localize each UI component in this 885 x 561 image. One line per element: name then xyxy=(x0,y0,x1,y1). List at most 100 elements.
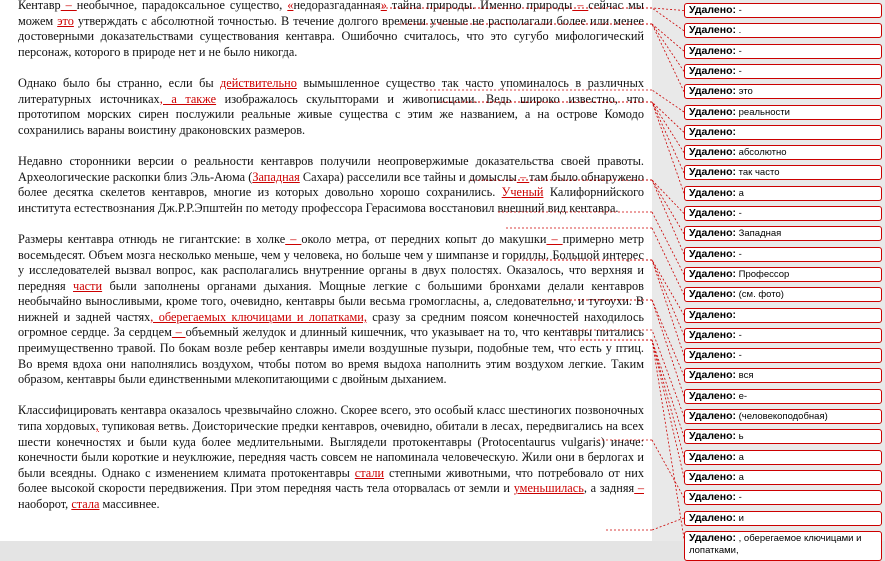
balloon-label: Удалено: xyxy=(689,267,736,280)
revision-balloon[interactable]: Удалено: - xyxy=(684,490,882,506)
document-body[interactable]: Кентавр – необычное, парадоксальное суще… xyxy=(18,0,644,528)
balloon-label: Удалено: xyxy=(689,308,736,321)
inserted-text: – xyxy=(171,325,186,340)
balloon-text: - xyxy=(736,45,742,57)
revision-balloon[interactable]: Удалено: так часто xyxy=(684,165,882,181)
revision-balloon[interactable]: Удалено: ь xyxy=(684,429,882,445)
balloon-text: так часто xyxy=(736,167,780,179)
balloon-label: Удалено: xyxy=(689,105,736,118)
text-run: утверждать с абсолютной точностью. В теч… xyxy=(18,13,644,59)
revision-balloon[interactable]: Удалено: - xyxy=(684,3,882,18)
balloon-text: е- xyxy=(736,390,748,402)
revision-balloon[interactable]: Удалено: а xyxy=(684,469,882,485)
inserted-text: , а также xyxy=(159,91,217,106)
balloon-text: - xyxy=(736,248,742,260)
revision-balloon[interactable]: Удалено: а xyxy=(684,449,882,465)
document-page: Кентавр – необычное, парадоксальное суще… xyxy=(0,0,652,541)
inserted-text: Западная xyxy=(252,169,300,184)
balloon-text: а xyxy=(736,451,744,463)
balloon-text: а xyxy=(736,471,744,483)
revision-balloon[interactable]: Удалено: - xyxy=(684,327,882,343)
text-run: тайна природы. Именно природы xyxy=(386,0,573,12)
text-run: Однако было бы странно, если бы xyxy=(18,75,221,90)
inserted-text: – xyxy=(516,169,530,184)
balloon-label: Удалено: xyxy=(689,328,736,341)
balloon-text: - xyxy=(736,5,742,16)
revision-balloon[interactable]: Удалено: - xyxy=(684,246,882,262)
balloon-label: Удалено: xyxy=(689,430,736,443)
text-run: Размеры кентавра отнюдь не гигантские: в… xyxy=(18,231,286,246)
balloon-label: Удалено: xyxy=(689,4,736,16)
revision-balloon[interactable]: Удалено: (человекоподобная) xyxy=(684,409,882,424)
inserted-text: уменьшилась xyxy=(513,481,584,496)
balloon-label: Удалено: xyxy=(689,85,736,98)
balloon-label: Удалено: xyxy=(689,349,736,362)
balloon-text: Профессор xyxy=(736,268,790,280)
balloon-label: Удалено: xyxy=(689,146,736,159)
revision-balloon[interactable]: Удалено: это xyxy=(684,84,882,100)
balloon-label: Удалено: xyxy=(689,470,736,483)
balloon-label: Удалено: xyxy=(689,247,736,260)
paragraph[interactable]: Однако было бы странно, если бы действит… xyxy=(18,76,644,138)
paragraph[interactable]: Классифицировать кентавра оказалось чрез… xyxy=(18,403,644,512)
paragraph[interactable]: Размеры кентавра отнюдь не гигантские: в… xyxy=(18,232,644,388)
text-run: наоборот, xyxy=(18,497,72,511)
inserted-text: – xyxy=(285,231,302,246)
balloon-label: Удалено: xyxy=(689,166,736,179)
inserted-text: части xyxy=(73,278,103,293)
balloon-text: - xyxy=(736,329,742,341)
inserted-text: – xyxy=(546,231,563,246)
inserted-text: действительно xyxy=(220,75,297,90)
balloon-label: Удалено: xyxy=(689,450,736,463)
inserted-text: , оберегаемых ключицами и лопатками, xyxy=(150,309,367,324)
balloon-text: ь xyxy=(736,431,744,443)
balloon-text: (см. фото) xyxy=(736,289,784,301)
text-run: , а задняя xyxy=(583,481,635,496)
paragraph[interactable]: Кентавр – необычное, парадоксальное суще… xyxy=(18,0,644,60)
inserted-text: – xyxy=(572,0,589,12)
revision-balloon[interactable]: Удалено: вся xyxy=(684,368,882,384)
balloon-text: Западная xyxy=(736,228,782,240)
balloon-label: Удалено: xyxy=(689,186,736,199)
balloon-label: Удалено: xyxy=(689,227,736,240)
revision-balloon[interactable]: Удалено: (см. фото) xyxy=(684,287,882,303)
balloon-text: - xyxy=(736,350,742,362)
balloon-label: Удалено: xyxy=(689,24,736,37)
inserted-text: – xyxy=(60,0,77,12)
revision-balloon[interactable]: Удалено: - xyxy=(684,348,882,364)
balloon-label: Удалено: xyxy=(689,389,736,402)
revision-balloon[interactable]: Удалено: абсолютно xyxy=(684,145,882,161)
balloon-label: Удалено: xyxy=(689,288,736,301)
text-run: Сахара) расселили все тайны и домыслы xyxy=(299,169,517,184)
inserted-text: Ученый xyxy=(501,185,544,200)
balloon-text: а xyxy=(736,187,744,199)
balloon-text: - xyxy=(736,65,742,77)
balloon-text: это xyxy=(736,86,753,98)
inserted-text: это xyxy=(57,13,74,28)
balloon-text: и xyxy=(736,512,744,524)
balloon-label: Удалено: xyxy=(689,207,736,219)
balloon-text: (человекоподобная) xyxy=(736,411,828,422)
revision-balloon[interactable]: Удалено: и xyxy=(684,510,882,526)
revision-balloon[interactable]: Удалено: xyxy=(684,307,882,323)
revision-balloon[interactable]: Удалено: а xyxy=(684,185,882,201)
balloon-text: вся xyxy=(736,370,754,382)
balloon-label: Удалено: xyxy=(689,511,736,524)
revision-balloon[interactable]: Удалено: Профессор xyxy=(684,266,882,282)
revision-balloon[interactable]: Удалено: - xyxy=(684,63,882,79)
paragraph[interactable]: Недавно сторонники версии о реальности к… xyxy=(18,154,644,216)
revision-balloon[interactable]: Удалено: , оберегаемое ключицами и лопат… xyxy=(684,530,882,561)
revision-balloon[interactable]: Удалено: - xyxy=(684,206,882,221)
balloon-label: Удалено: xyxy=(689,531,736,544)
revision-balloon[interactable]: Удалено: - xyxy=(684,43,882,59)
revision-balloon[interactable]: Удалено: е- xyxy=(684,388,882,404)
revision-balloon[interactable]: Удалено: . xyxy=(684,23,882,39)
balloon-label: Удалено: xyxy=(689,491,736,504)
revision-balloon[interactable]: Удалено: xyxy=(684,124,882,140)
text-run: недоразгаданная xyxy=(293,0,381,12)
revision-balloon[interactable]: Удалено: реальности xyxy=(684,104,882,120)
text-run: массивнее. xyxy=(99,497,160,511)
text-run: Кентавр xyxy=(18,0,61,12)
revision-balloon[interactable]: Удалено: Западная xyxy=(684,226,882,242)
text-run: около метра, от передних копыт до макушк… xyxy=(301,231,547,246)
